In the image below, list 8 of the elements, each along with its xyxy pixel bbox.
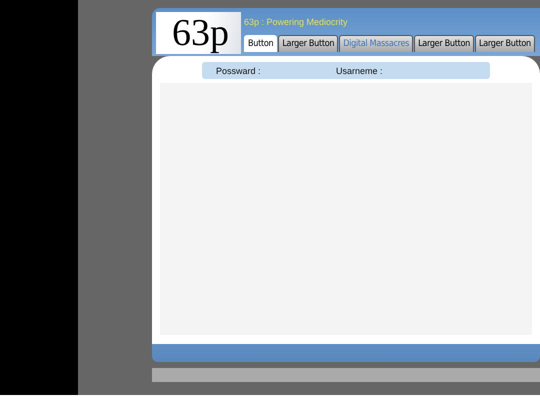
password-label: Possward : (216, 66, 262, 76)
tab[interactable]: Button (244, 35, 278, 52)
username-label: Usarneme : (336, 66, 383, 76)
tagline: 63p : Powering Mediocrity (244, 17, 349, 29)
tab[interactable]: Larger Button (278, 35, 338, 52)
tab[interactable]: Larger Button (414, 35, 474, 52)
logo: 63p (156, 12, 241, 54)
tab[interactable]: Larger Button (474, 35, 535, 52)
